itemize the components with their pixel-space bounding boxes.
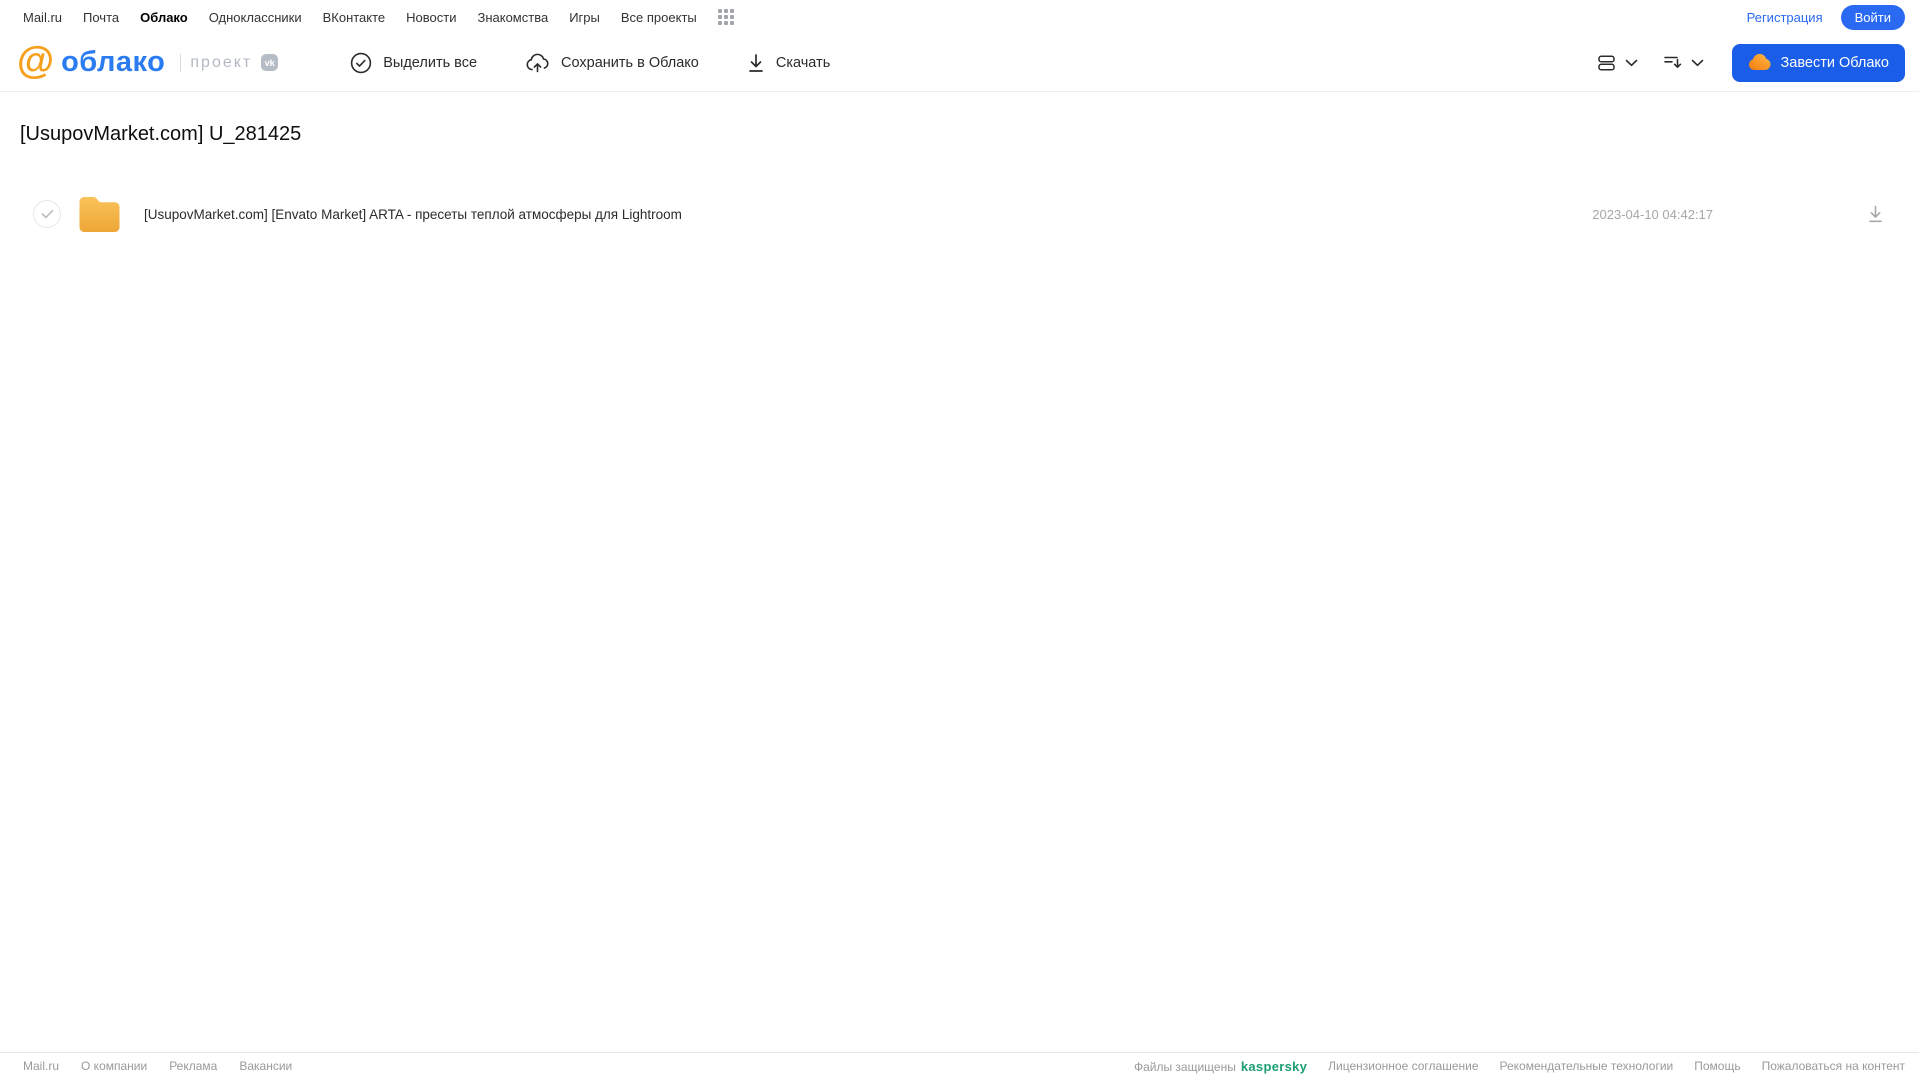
file-download-icon[interactable] [1867,205,1884,223]
download-icon [747,53,765,73]
top-nav-znakomstva[interactable]: Знакомства [477,10,548,25]
footer-left-links: Mail.ru О компании Реклама Вакансии [23,1059,292,1073]
footer-link-report[interactable]: Пожаловаться на контент [1762,1059,1905,1073]
file-row[interactable]: [UsupovMarket.com] [Envato Market] ARTA … [0,190,1919,238]
auth-area: Регистрация Войти [1747,4,1905,30]
top-nav-novosti[interactable]: Новости [406,10,456,25]
login-button[interactable]: Войти [1840,4,1905,30]
cloud-icon [1748,54,1771,71]
save-to-cloud-button[interactable]: Сохранить в Облако [525,52,699,74]
header-bar: @ облако проект vk Выделить все Сохранит… [0,34,1919,92]
project-vk-label: проект vk [180,53,279,72]
footer-link-license[interactable]: Лицензионное соглашение [1328,1059,1478,1073]
kaspersky-logo: kaspersky [1240,1058,1308,1074]
footer-link-recommendations[interactable]: Рекомендательные технологии [1500,1059,1674,1073]
view-switcher-button[interactable] [1596,53,1638,73]
file-date: 2023-04-10 04:42:17 [1592,206,1713,222]
top-nav-oblako[interactable]: Облако [140,10,188,25]
footer-link-help[interactable]: Помощь [1694,1059,1740,1073]
checkmark-icon [41,209,54,219]
page-title: [UsupovMarket.com] U_281425 [20,123,302,145]
file-checkbox[interactable] [33,200,61,228]
all-projects-grid-icon[interactable] [717,9,734,25]
kaspersky-protection: Файлы защищены kaspersky [1134,1059,1307,1074]
footer: Mail.ru О компании Реклама Вакансии Файл… [0,1052,1919,1079]
file-name[interactable]: [UsupovMarket.com] [Envato Market] ARTA … [144,207,682,222]
select-all-label: Выделить все [383,54,478,71]
mailru-at-icon: @ [17,39,55,82]
check-circle-icon [350,52,372,74]
top-nav-vkontakte[interactable]: ВКонтакте [323,10,386,25]
footer-link-ads[interactable]: Реклама [169,1059,217,1073]
save-to-cloud-label: Сохранить в Облако [561,54,699,71]
get-cloud-button[interactable]: Завести Облако [1731,43,1905,82]
chevron-down-icon [1691,59,1704,67]
top-nav-pochta[interactable]: Почта [83,10,119,25]
download-label: Скачать [775,54,831,71]
footer-link-jobs[interactable]: Вакансии [239,1059,292,1073]
top-nav-vse-proekty[interactable]: Все проекты [621,10,697,25]
top-nav-odnoklassniki[interactable]: Одноклассники [209,10,302,25]
file-actions-toolbar: Выделить все Сохранить в Облако Скачать [350,52,830,74]
sort-button[interactable] [1662,53,1704,72]
cloud-upload-icon [525,52,550,74]
sort-icon [1662,53,1683,72]
top-nav-bar: Mail.ru Почта Облако Одноклассники ВКонт… [0,0,1919,34]
logo-divider [180,53,182,72]
protected-label: Файлы защищены [1133,1059,1236,1074]
top-nav-mailru[interactable]: Mail.ru [23,10,62,25]
portal-links: Mail.ru Почта Облако Одноклассники ВКонт… [23,9,734,25]
chevron-down-icon [1625,59,1638,67]
project-label: проект [190,53,253,71]
download-button[interactable]: Скачать [747,53,830,73]
footer-link-about[interactable]: О компании [81,1059,147,1073]
footer-right-links: Файлы защищены kaspersky Лицензионное со… [1134,1059,1905,1074]
folder-icon [78,195,121,233]
view-switcher-icon [1596,53,1617,73]
top-nav-igry[interactable]: Игры [569,10,600,25]
select-all-button[interactable]: Выделить все [350,52,477,74]
registration-link[interactable]: Регистрация [1747,10,1823,25]
cloud-logo-text: облако [61,46,166,78]
vk-badge-icon: vk [261,54,279,71]
header-right-controls: Завести Облако [1596,43,1905,82]
get-cloud-label: Завести Облако [1780,54,1889,71]
main-content: [UsupovMarket.com] U_281425 [UsupovMarke… [0,123,1919,238]
cloud-logo[interactable]: @ облако [17,39,166,82]
footer-link-mailru[interactable]: Mail.ru [23,1059,59,1073]
